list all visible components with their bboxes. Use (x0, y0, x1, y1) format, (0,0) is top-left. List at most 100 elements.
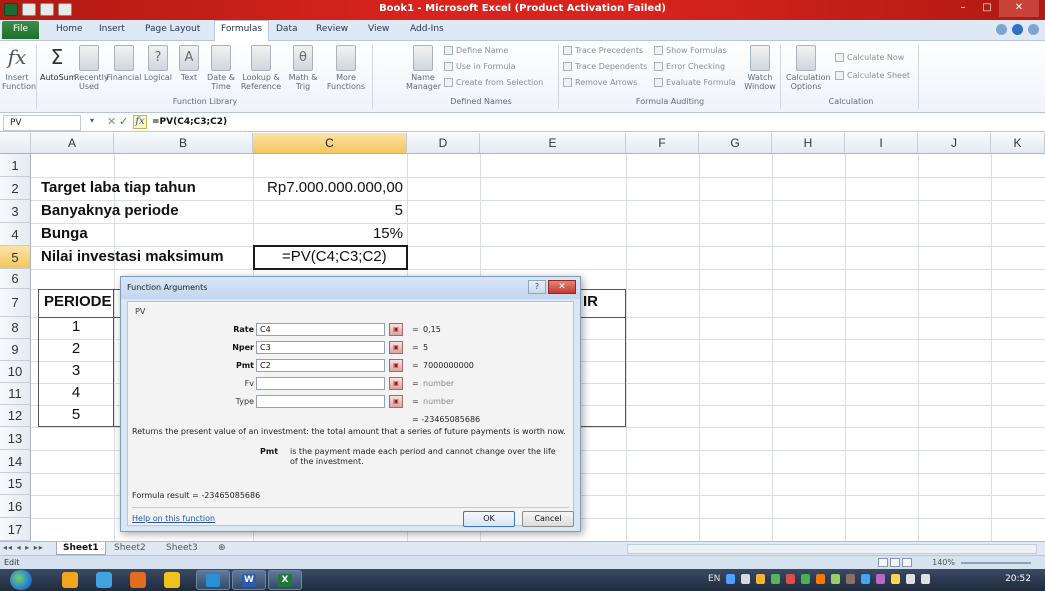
column-header[interactable]: F (626, 133, 699, 154)
insert-function-button[interactable]: fx Insert Function (2, 45, 36, 91)
row-header[interactable]: 10 (0, 361, 31, 383)
clock[interactable]: 20:52 (1005, 574, 1031, 584)
word-taskbar-button[interactable]: W (232, 570, 266, 590)
trace-precedents-button[interactable]: Trace Precedents (563, 46, 643, 55)
cell-c5[interactable]: =PV(C4;C3;C2) (282, 248, 387, 265)
select-all-corner[interactable] (0, 133, 31, 154)
tab-add-ins[interactable]: Add-Ins (410, 24, 444, 34)
taskbar-app-button[interactable] (196, 570, 230, 590)
row-header[interactable]: 6 (0, 269, 31, 289)
collapse-dialog-icon[interactable]: ▣ (389, 359, 403, 372)
nper-input[interactable]: C3 (256, 341, 385, 354)
minimize-ribbon-icon[interactable] (996, 24, 1007, 35)
column-header[interactable]: J (918, 133, 991, 154)
column-header[interactable]: G (699, 133, 772, 154)
dialog-title-bar[interactable]: Function Arguments ? ✕ (121, 277, 580, 299)
math-trig-button[interactable]: θ Math & Trig (283, 45, 323, 91)
cell-c3[interactable]: 5 (255, 202, 403, 219)
calculate-sheet-button[interactable]: Calculate Sheet (835, 71, 910, 80)
type-input[interactable] (256, 395, 385, 408)
collapse-dialog-icon[interactable]: ▣ (389, 323, 403, 336)
ok-button[interactable]: OK (463, 511, 515, 527)
tray-icon[interactable] (726, 574, 736, 584)
row-header[interactable]: 16 (0, 495, 31, 518)
rate-input[interactable]: C4 (256, 323, 385, 336)
fv-input[interactable] (256, 377, 385, 390)
cell-a9[interactable]: 2 (38, 340, 114, 357)
normal-view-icon[interactable] (878, 558, 888, 567)
row-header[interactable]: 5 (0, 246, 31, 269)
cancel-edit-icon[interactable]: ✕ (107, 115, 116, 128)
insert-sheet-icon[interactable]: ⊕ (212, 542, 232, 555)
column-header[interactable]: H (772, 133, 845, 154)
tray-icon[interactable] (741, 574, 751, 584)
chrome-icon[interactable] (164, 572, 180, 588)
cell-a4[interactable]: Bunga (41, 225, 88, 242)
dialog-help-button[interactable]: ? (528, 280, 546, 294)
tab-formulas[interactable]: Formulas (214, 20, 270, 42)
column-header[interactable]: C (253, 133, 407, 154)
language-indicator[interactable]: EN (708, 574, 720, 584)
page-break-view-icon[interactable] (902, 558, 912, 567)
cell-a5[interactable]: Nilai investasi maksimum (41, 248, 224, 265)
tab-view[interactable]: View (368, 24, 389, 34)
chevron-down-icon[interactable]: ▾ (90, 116, 94, 125)
recently-used-button[interactable]: Recently Used (74, 45, 109, 91)
use-in-formula-button[interactable]: Use in Formula (444, 62, 516, 71)
row-header[interactable]: 2 (0, 177, 31, 200)
row-header[interactable]: 15 (0, 473, 31, 495)
row-header[interactable]: 12 (0, 405, 31, 427)
cell-a10[interactable]: 3 (38, 362, 114, 379)
more-functions-button[interactable]: More Functions (325, 45, 367, 91)
firefox-icon[interactable] (130, 572, 146, 588)
tray-icon[interactable] (861, 574, 871, 584)
column-header[interactable]: K (991, 133, 1045, 154)
help-icon[interactable] (1012, 24, 1023, 35)
trace-dependents-button[interactable]: Trace Dependents (563, 62, 647, 71)
tray-icon[interactable] (816, 574, 826, 584)
help-link[interactable]: Help on this function (132, 514, 215, 523)
autosum-button[interactable]: Σ AutoSum (40, 45, 77, 82)
row-header[interactable]: 1 (0, 154, 31, 177)
confirm-edit-icon[interactable]: ✓ (119, 115, 128, 128)
tab-file[interactable]: File (2, 21, 39, 39)
cell-a12[interactable]: 5 (38, 406, 114, 423)
cell-c4[interactable]: 15% (255, 225, 403, 242)
cell-a3[interactable]: Banyaknya periode (41, 202, 179, 219)
calculation-options-button[interactable]: Calculation Options (786, 45, 831, 91)
calculate-now-button[interactable]: Calculate Now (835, 53, 904, 62)
collapse-dialog-icon[interactable]: ▣ (389, 341, 403, 354)
lookup-reference-button[interactable]: Lookup & Reference (240, 45, 282, 91)
row-header[interactable]: 11 (0, 383, 31, 405)
network-icon[interactable] (906, 574, 916, 584)
cell-a2[interactable]: Target laba tiap tahun (41, 179, 196, 196)
tray-icon[interactable] (786, 574, 796, 584)
cell-a8[interactable]: 1 (38, 318, 114, 335)
cell-c2[interactable]: Rp7.000.000.000,00 (255, 179, 403, 196)
excel-taskbar-button[interactable]: X (268, 570, 302, 590)
row-header[interactable]: 3 (0, 200, 31, 223)
watch-window-button[interactable]: Watch Window (744, 45, 776, 91)
column-header[interactable]: A (31, 133, 114, 154)
evaluate-formula-button[interactable]: Evaluate Formula (654, 78, 736, 87)
define-name-button[interactable]: Define Name (444, 46, 508, 55)
row-header[interactable]: 17 (0, 518, 31, 541)
tray-icon[interactable] (876, 574, 886, 584)
tab-insert[interactable]: Insert (99, 24, 125, 34)
financial-button[interactable]: Financial (106, 45, 142, 82)
tray-icon[interactable] (831, 574, 841, 584)
zoom-slider[interactable] (961, 562, 1031, 564)
create-from-selection-button[interactable]: Create from Selection (444, 78, 543, 87)
minimize-button[interactable]: – (951, 0, 975, 17)
error-checking-button[interactable]: Error Checking (654, 62, 725, 71)
tab-data[interactable]: Data (276, 24, 298, 34)
horizontal-scrollbar[interactable] (627, 544, 1037, 554)
sheet-navigation-arrows[interactable]: ◂◂ ◂ ▸ ▸▸ (3, 543, 44, 552)
name-box[interactable]: PV (3, 115, 81, 131)
cell-a7[interactable]: PERIODE (44, 293, 112, 310)
name-manager-button[interactable]: Name Manager (406, 45, 441, 91)
column-header[interactable]: I (845, 133, 918, 154)
row-header[interactable]: 7 (0, 289, 31, 317)
text-button[interactable]: A Text (176, 45, 202, 82)
sheet-tab[interactable]: Sheet3 (160, 542, 204, 555)
